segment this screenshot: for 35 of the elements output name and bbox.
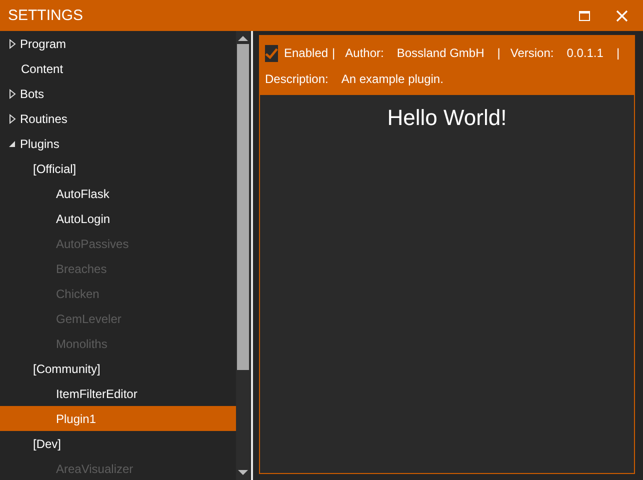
field-label: Version: (510, 46, 554, 60)
expand-icon[interactable] (9, 88, 16, 98)
close-icon[interactable] (616, 10, 628, 22)
expand-icon[interactable] (9, 114, 16, 124)
window-title: SETTINGS (8, 7, 84, 24)
separator: | (616, 46, 620, 60)
tree-item[interactable]: Routines (0, 106, 236, 131)
enabled-checkbox[interactable] (265, 44, 278, 62)
tree-item[interactable]: [Dev] (0, 431, 236, 456)
expand-icon[interactable] (9, 38, 16, 48)
tree-item[interactable]: [Community] (0, 356, 236, 381)
maximize-icon[interactable] (578, 10, 590, 20)
field-label: Description: (265, 72, 328, 86)
field-label: Author: (345, 46, 384, 60)
tree-item[interactable]: Bots (0, 81, 236, 106)
scrollbar[interactable] (236, 31, 250, 480)
collapse-icon[interactable] (9, 138, 16, 148)
tree-item[interactable]: Content (0, 56, 236, 81)
tree-item[interactable]: Plugin1 (0, 406, 236, 431)
field-value: Bossland GmbH (396, 46, 484, 60)
scroll-up-icon[interactable] (238, 35, 248, 42)
heading: Hello World! (387, 105, 507, 131)
tree-item[interactable]: AutoLogin (0, 206, 236, 231)
field-value: 0.0.1.1 (566, 46, 604, 60)
scroll-thumb[interactable] (237, 44, 249, 370)
tree-item[interactable]: Plugins (0, 131, 236, 156)
tree-item[interactable]: AutoFlask (0, 181, 236, 206)
separator: | (497, 46, 500, 60)
enabled-label: Enabled (284, 46, 328, 60)
tree-item[interactable]: [Official] (0, 156, 236, 181)
tree-item[interactable]: Program (0, 31, 236, 56)
tree-item[interactable]: ItemFilterEditor (0, 381, 236, 406)
scroll-down-icon[interactable] (238, 469, 248, 476)
separator: | (332, 46, 336, 60)
field-value: An example plugin. (341, 72, 444, 86)
